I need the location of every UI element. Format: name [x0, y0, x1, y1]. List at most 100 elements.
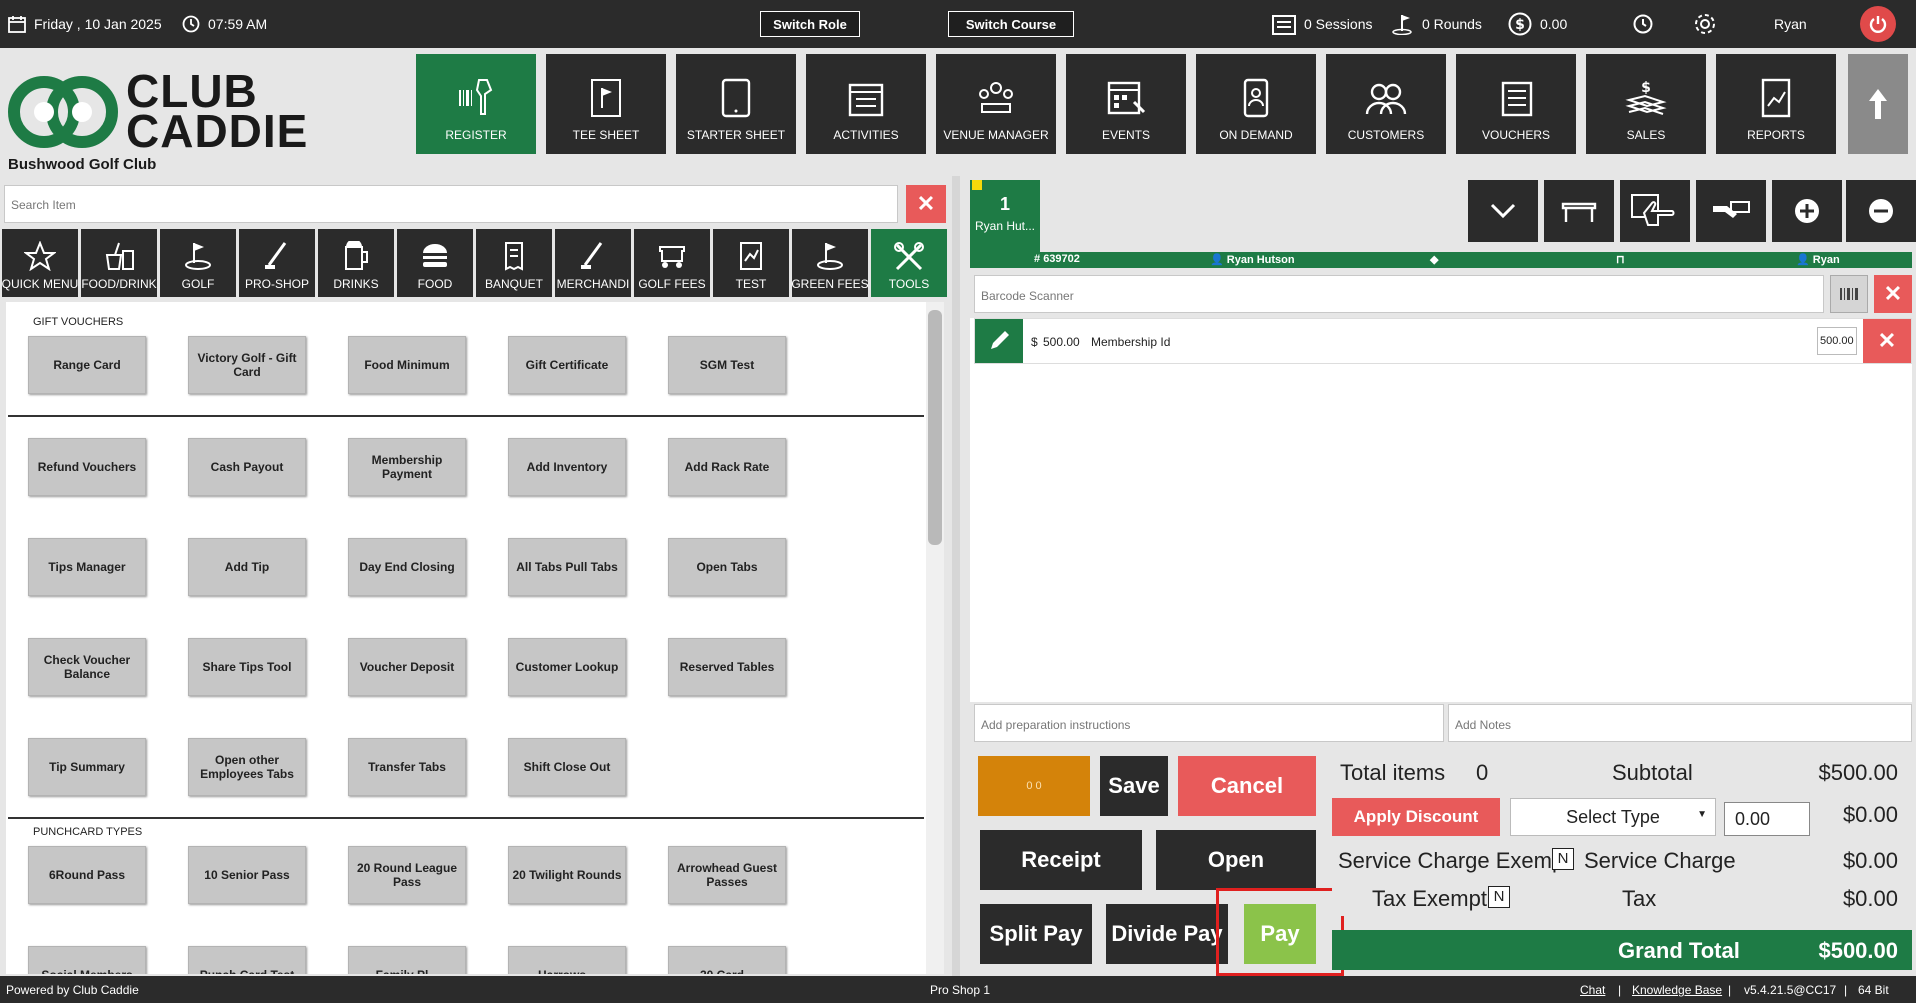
- rounds-indicator[interactable]: 0 Rounds: [1390, 0, 1482, 48]
- split-pay-button[interactable]: Split Pay: [980, 904, 1092, 964]
- nav-on-demand[interactable]: ON DEMAND: [1196, 54, 1316, 154]
- line-item-row[interactable]: $ 500.00 Membership Id 500.00 ✕: [974, 318, 1912, 364]
- tile-reserved-tables[interactable]: Reserved Tables: [668, 638, 786, 696]
- tile-harrows[interactable]: Harrows...: [508, 946, 626, 974]
- tile-tips-manager[interactable]: Tips Manager: [28, 538, 146, 596]
- clear-barcode-button[interactable]: ✕: [1874, 275, 1912, 313]
- tile-add-tip[interactable]: Add Tip: [188, 538, 306, 596]
- tile-open-tabs[interactable]: Open Tabs: [668, 538, 786, 596]
- remove-tab-button[interactable]: [1846, 180, 1916, 242]
- nav-activities[interactable]: ACTIVITIES: [806, 54, 926, 154]
- tile-6round-pass[interactable]: 6Round Pass: [28, 846, 146, 904]
- customer-name[interactable]: 👤 Ryan Hutson: [1210, 253, 1295, 266]
- nav-register[interactable]: REGISTER: [416, 54, 536, 154]
- tile-victory-golf-gift-card[interactable]: Victory Golf - Gift Card: [188, 336, 306, 394]
- tile-social-members[interactable]: Social Members: [28, 946, 146, 974]
- category-golf-fees[interactable]: GOLF FEES: [634, 229, 710, 297]
- discount-value-input[interactable]: 0.00: [1724, 802, 1810, 836]
- history-button[interactable]: [1632, 0, 1654, 48]
- switch-course-button[interactable]: Switch Course: [948, 11, 1074, 37]
- item-quantity-field[interactable]: 500.00: [1817, 327, 1857, 355]
- staff-name[interactable]: 👤 Ryan: [1796, 253, 1840, 266]
- search-item-input[interactable]: Search Item: [4, 185, 898, 223]
- tile-check-voucher-balance[interactable]: Check Voucher Balance: [28, 638, 146, 696]
- nav-customers[interactable]: CUSTOMERS: [1326, 54, 1446, 154]
- tile-customer-lookup[interactable]: Customer Lookup: [508, 638, 626, 696]
- category-test[interactable]: TEST: [713, 229, 789, 297]
- category-merchandise[interactable]: MERCHANDI: [555, 229, 631, 297]
- category-drinks[interactable]: DRINKS: [318, 229, 394, 297]
- tile-sgm-test[interactable]: SGM Test: [668, 336, 786, 394]
- settings-button[interactable]: [1692, 0, 1718, 48]
- category-food[interactable]: FOOD: [397, 229, 473, 297]
- tile-gift-certificate[interactable]: Gift Certificate: [508, 336, 626, 394]
- table-button[interactable]: [1544, 180, 1614, 242]
- counter-button[interactable]: 0 0: [978, 756, 1090, 816]
- category-tools[interactable]: TOOLS: [871, 229, 947, 297]
- switch-role-button[interactable]: Switch Role: [760, 11, 860, 37]
- category-food-drink[interactable]: FOOD/DRINK: [81, 229, 157, 297]
- apply-discount-button[interactable]: Apply Discount: [1332, 798, 1500, 836]
- save-button[interactable]: Save: [1100, 756, 1168, 816]
- receipt-button[interactable]: Receipt: [980, 830, 1142, 890]
- remove-item-button[interactable]: ✕: [1863, 319, 1911, 363]
- tile-all-tabs-pull-tabs[interactable]: All Tabs Pull Tabs: [508, 538, 626, 596]
- nav-events[interactable]: EVENTS: [1066, 54, 1186, 154]
- nav-sales[interactable]: $ SALES: [1586, 54, 1706, 154]
- add-tab-button[interactable]: [1772, 180, 1842, 242]
- category-golf[interactable]: GOLF: [160, 229, 236, 297]
- tile-punch-card-test[interactable]: Punch Card Test: [188, 946, 306, 974]
- expand-tab-button[interactable]: [1468, 180, 1538, 242]
- notes-input[interactable]: Add Notes: [1448, 704, 1912, 742]
- sessions-indicator[interactable]: 0 Sessions: [1272, 0, 1372, 48]
- tile-shift-close-out[interactable]: Shift Close Out: [508, 738, 626, 796]
- nav-reports[interactable]: REPORTS: [1716, 54, 1836, 154]
- tile-add-rack-rate[interactable]: Add Rack Rate: [668, 438, 786, 496]
- tile-transfer-tabs[interactable]: Transfer Tabs: [348, 738, 466, 796]
- open-button[interactable]: Open: [1156, 830, 1316, 890]
- chat-link[interactable]: Chat: [1580, 983, 1605, 997]
- category-quick-menu[interactable]: QUICK MENU: [2, 229, 78, 297]
- tile-add-inventory[interactable]: Add Inventory: [508, 438, 626, 496]
- table-small-icon[interactable]: ⊓: [1616, 253, 1625, 266]
- nav-venue-manager[interactable]: VENUE MANAGER: [936, 54, 1056, 154]
- tax-exempt-toggle[interactable]: N: [1488, 886, 1510, 908]
- tile-day-end-closing[interactable]: Day End Closing: [348, 538, 466, 596]
- tile-family-pl[interactable]: Family Pl...: [348, 946, 466, 974]
- amount-indicator[interactable]: $ 0.00: [1508, 0, 1567, 48]
- tile-open-other-employees-tabs[interactable]: Open other Employees Tabs: [188, 738, 306, 796]
- nav-tee-sheet[interactable]: TEE SHEET: [546, 54, 666, 154]
- handshake-button[interactable]: [1696, 180, 1766, 242]
- knowledge-base-link[interactable]: Knowledge Base: [1632, 983, 1722, 997]
- clear-search-button[interactable]: ✕: [906, 185, 946, 223]
- tile-10-senior-pass[interactable]: 10 Senior Pass: [188, 846, 306, 904]
- nav-starter-sheet[interactable]: STARTER SHEET: [676, 54, 796, 154]
- power-button[interactable]: [1860, 6, 1896, 42]
- tile-tip-summary[interactable]: Tip Summary: [28, 738, 146, 796]
- preparation-instructions-input[interactable]: Add preparation instructions: [974, 704, 1444, 742]
- tile-share-tips-tool[interactable]: Share Tips Tool: [188, 638, 306, 696]
- divide-pay-button[interactable]: Divide Pay: [1106, 904, 1228, 964]
- tile-food-minimum[interactable]: Food Minimum: [348, 336, 466, 394]
- tile-membership-payment[interactable]: Membership Payment: [348, 438, 466, 496]
- edit-item-button[interactable]: [975, 319, 1023, 363]
- tile-arrowhead-guest-passes[interactable]: Arrowhead Guest Passes: [668, 846, 786, 904]
- category-banquet[interactable]: BANQUET: [476, 229, 552, 297]
- service-charge-exempt-toggle[interactable]: N: [1552, 848, 1574, 870]
- tile-refund-vouchers[interactable]: Refund Vouchers: [28, 438, 146, 496]
- tile-20-round-league-pass[interactable]: 20 Round League Pass: [348, 846, 466, 904]
- barcode-scanner-input[interactable]: Barcode Scanner: [974, 275, 1824, 313]
- tile-voucher-deposit[interactable]: Voucher Deposit: [348, 638, 466, 696]
- scroll-up-button[interactable]: [1848, 54, 1908, 154]
- barcode-button[interactable]: [1830, 275, 1868, 313]
- hand-pay-button[interactable]: [1620, 180, 1690, 242]
- tile-20-card[interactable]: 20 Card...: [668, 946, 786, 974]
- nav-vouchers[interactable]: VOUCHERS: [1456, 54, 1576, 154]
- tile-cash-payout[interactable]: Cash Payout: [188, 438, 306, 496]
- category-pro-shop[interactable]: PRO-SHOP: [239, 229, 315, 297]
- scrollbar-thumb[interactable]: [928, 310, 942, 545]
- tile-range-card[interactable]: Range Card: [28, 336, 146, 394]
- cancel-button[interactable]: Cancel: [1178, 756, 1316, 816]
- tile-20-twilight-rounds[interactable]: 20 Twilight Rounds: [508, 846, 626, 904]
- category-green-fees[interactable]: GREEN FEES: [792, 229, 868, 297]
